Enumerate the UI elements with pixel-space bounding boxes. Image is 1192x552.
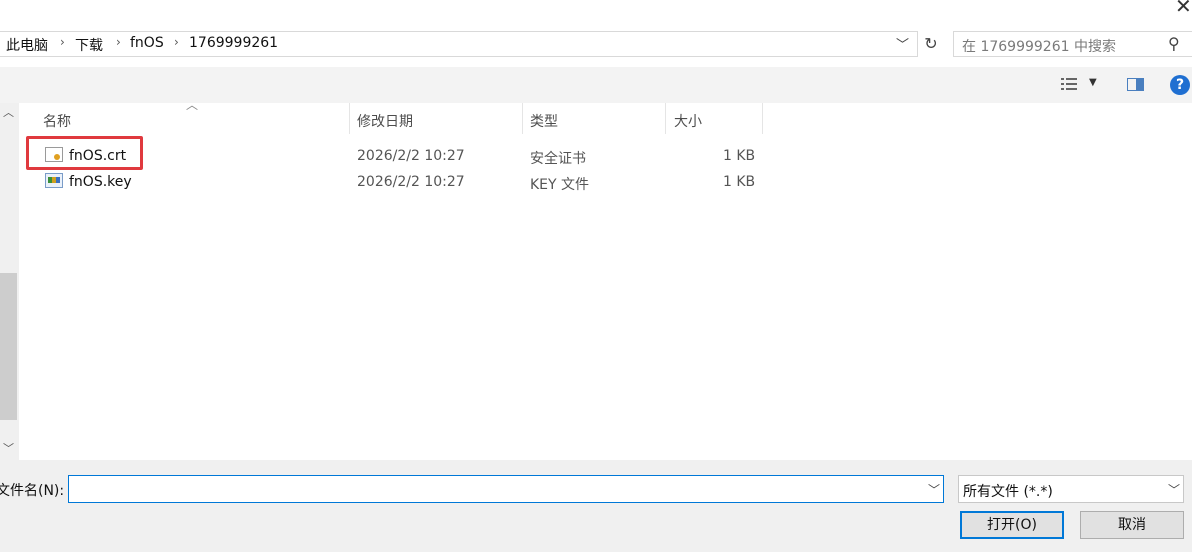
column-divider[interactable] — [665, 103, 666, 134]
cancel-button[interactable]: 取消 — [1080, 511, 1184, 539]
chevron-right-icon[interactable]: › — [174, 35, 179, 49]
breadcrumb-item-this-pc[interactable]: 此电脑 — [6, 35, 48, 55]
chevron-down-icon[interactable]: ﹀ — [896, 34, 909, 53]
column-header-size[interactable]: 大小 — [674, 111, 702, 131]
chevron-down-icon[interactable]: ﹀ — [1168, 481, 1180, 498]
column-header-name[interactable]: 名称 — [43, 111, 71, 131]
close-icon[interactable]: ✕ — [1175, 0, 1192, 18]
breadcrumb-item-folder[interactable]: 1769999261 — [189, 35, 278, 51]
file-type: 安全证书 — [530, 151, 586, 167]
file-size: 1 KB — [723, 174, 756, 190]
scrollbar-thumb[interactable] — [0, 273, 17, 420]
view-dropdown-icon[interactable]: ▼ — [1089, 77, 1097, 88]
chevron-down-icon[interactable]: ﹀ — [928, 481, 940, 498]
preview-pane-icon[interactable] — [1127, 78, 1144, 91]
file-type: KEY 文件 — [530, 177, 590, 193]
column-header-type[interactable]: 类型 — [530, 111, 558, 131]
breadcrumb-item-fnos[interactable]: fnOS — [130, 35, 164, 51]
view-details-icon[interactable] — [1061, 77, 1077, 91]
column-divider[interactable] — [762, 103, 763, 134]
column-header-modified[interactable]: 修改日期 — [357, 111, 413, 131]
filetype-selected: 所有文件 (*.*) — [963, 484, 1053, 500]
scroll-up-icon[interactable]: ︿ — [3, 104, 14, 120]
help-icon[interactable]: ? — [1170, 75, 1190, 95]
filename-label: 文件名(N): — [0, 483, 65, 499]
search-placeholder: 在 1769999261 中搜索 — [962, 39, 1116, 55]
file-modified: 2026/2/2 10:27 — [357, 148, 465, 164]
search-icon[interactable]: ⚲ — [1168, 34, 1180, 53]
refresh-icon[interactable]: ↻ — [920, 31, 942, 57]
column-divider[interactable] — [349, 103, 350, 134]
filename-input[interactable] — [68, 475, 944, 503]
key-file-icon — [45, 173, 63, 188]
sort-ascending-icon: ︿ — [186, 98, 199, 112]
chevron-right-icon[interactable]: › — [60, 35, 65, 49]
file-name[interactable]: fnOS.key — [69, 174, 132, 190]
toolbar — [0, 67, 1192, 103]
open-button[interactable]: 打开(O) — [960, 511, 1064, 539]
highlight-box — [26, 136, 143, 170]
chevron-right-icon[interactable]: › — [116, 35, 121, 49]
scroll-down-icon[interactable]: ﹀ — [3, 440, 14, 456]
file-modified: 2026/2/2 10:27 — [357, 174, 465, 190]
column-divider[interactable] — [522, 103, 523, 134]
breadcrumb-item-downloads[interactable]: 下载 — [75, 35, 103, 55]
file-size: 1 KB — [723, 148, 756, 164]
